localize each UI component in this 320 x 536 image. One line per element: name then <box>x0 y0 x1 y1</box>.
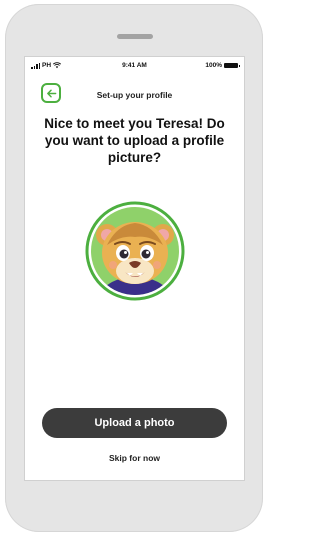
status-bar: PH 9:41 AM 100% <box>25 57 244 73</box>
phone-frame: PH 9:41 AM 100% Set-up your profile Nice… <box>5 4 263 532</box>
status-right: 100% <box>205 62 240 69</box>
avatar[interactable] <box>85 201 185 301</box>
app-screen: PH 9:41 AM 100% Set-up your profile Nice… <box>24 56 245 481</box>
welcome-heading: Nice to meet you Teresa! Do you want to … <box>44 116 225 165</box>
battery-percent: 100% <box>205 62 222 69</box>
battery-icon <box>224 63 240 68</box>
page-title: Set-up your profile <box>96 90 173 100</box>
phone-speaker <box>117 34 153 39</box>
skip-for-now-link[interactable]: Skip for now <box>25 453 244 463</box>
upload-photo-button[interactable]: Upload a photo <box>42 408 227 438</box>
